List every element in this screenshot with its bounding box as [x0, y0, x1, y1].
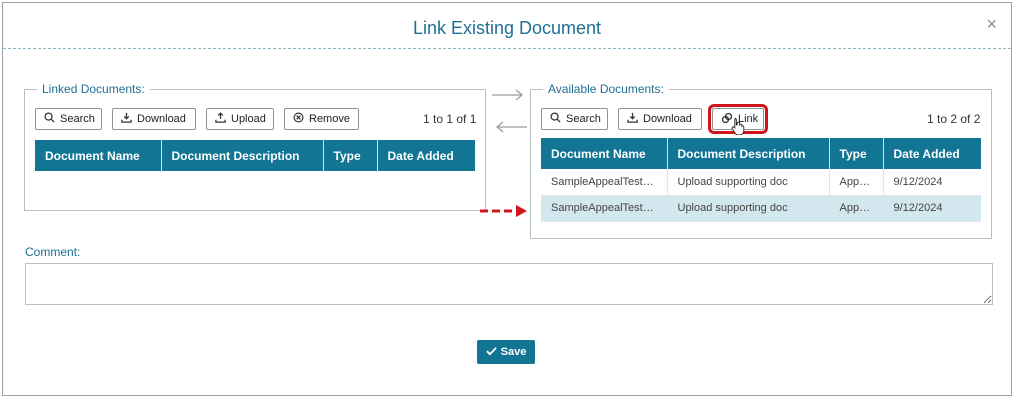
available-documents-table: Document Name Document Description Type … — [541, 138, 981, 222]
column-header-date-added[interactable]: Date Added — [377, 140, 475, 171]
column-header-document-name[interactable]: Document Name — [35, 140, 162, 171]
column-header-document-description[interactable]: Document Description — [161, 140, 324, 171]
download-icon — [121, 112, 132, 126]
column-header-type[interactable]: Type — [829, 138, 884, 169]
linked-documents-legend: Linked Documents: — [37, 82, 150, 96]
arrow-left-icon — [494, 119, 528, 139]
linked-upload-label: Upload — [231, 113, 266, 125]
available-download-button[interactable]: Download — [618, 108, 702, 130]
download-icon — [627, 112, 638, 126]
save-label: Save — [500, 346, 527, 358]
cell-type: App… — [829, 169, 884, 196]
cell-document-name: SampleAppealTest… — [541, 195, 668, 222]
linked-search-label: Search — [60, 113, 95, 125]
linked-documents-table: Document Name Document Description Type … — [35, 140, 475, 171]
linked-upload-button[interactable]: Upload — [206, 108, 274, 130]
linked-download-button[interactable]: Download — [112, 108, 196, 130]
available-documents-legend: Available Documents: — [543, 82, 669, 96]
available-pagination-count: 1 to 2 of 2 — [927, 112, 981, 126]
linked-search-button[interactable]: Search — [35, 108, 102, 130]
cell-document-name: SampleAppealTest… — [541, 169, 668, 196]
check-icon — [485, 346, 497, 359]
remove-circle-icon — [293, 112, 304, 126]
cell-document-description: Upload supporting doc — [667, 195, 830, 222]
cell-date-added: 9/12/2024 — [883, 195, 981, 222]
linked-remove-button[interactable]: Remove — [284, 108, 359, 130]
hand-pointer-cursor-icon — [731, 117, 745, 138]
search-icon — [44, 112, 55, 126]
comment-label: Comment: — [25, 245, 81, 259]
available-documents-panel: Available Documents: Search Download Lin… — [530, 82, 992, 239]
cell-date-added: 9/12/2024 — [883, 169, 981, 196]
dialog-header: Link Existing Document × — [3, 3, 1011, 49]
arrow-right-icon — [491, 87, 525, 107]
column-header-document-name[interactable]: Document Name — [541, 138, 668, 169]
comment-input[interactable] — [25, 263, 993, 305]
search-icon — [550, 112, 561, 126]
available-toolbar: Search Download Link — [541, 104, 768, 136]
column-header-type[interactable]: Type — [323, 140, 378, 171]
cell-type: App… — [829, 195, 884, 222]
available-download-label: Download — [643, 113, 692, 125]
link-button[interactable]: Link — [708, 104, 768, 136]
linked-table-header: Document Name Document Description Type … — [35, 140, 475, 171]
available-search-button[interactable]: Search — [541, 108, 608, 130]
upload-icon — [215, 112, 226, 126]
linked-documents-panel: Linked Documents: Search Download Upload… — [24, 82, 486, 211]
close-icon[interactable]: × — [986, 15, 997, 33]
table-row[interactable]: SampleAppealTest… Upload supporting doc … — [541, 195, 981, 222]
column-header-document-description[interactable]: Document Description — [667, 138, 830, 169]
cell-document-description: Upload supporting doc — [667, 169, 830, 196]
column-header-date-added[interactable]: Date Added — [883, 138, 981, 169]
save-button[interactable]: Save — [477, 340, 535, 364]
dialog-title: Link Existing Document — [412, 18, 602, 38]
available-search-label: Search — [566, 113, 601, 125]
linked-pagination-count: 1 to 1 of 1 — [423, 112, 477, 126]
available-table-header: Document Name Document Description Type … — [541, 138, 981, 169]
table-row[interactable]: SampleAppealTest… Upload supporting doc … — [541, 169, 981, 196]
linked-download-label: Download — [137, 113, 186, 125]
linked-remove-label: Remove — [309, 113, 350, 125]
red-dashed-arrow-icon — [479, 203, 529, 223]
linked-toolbar: Search Download Upload Remove — [35, 108, 359, 130]
link-document-dialog: Link Existing Document × Linked Document… — [2, 2, 1012, 396]
